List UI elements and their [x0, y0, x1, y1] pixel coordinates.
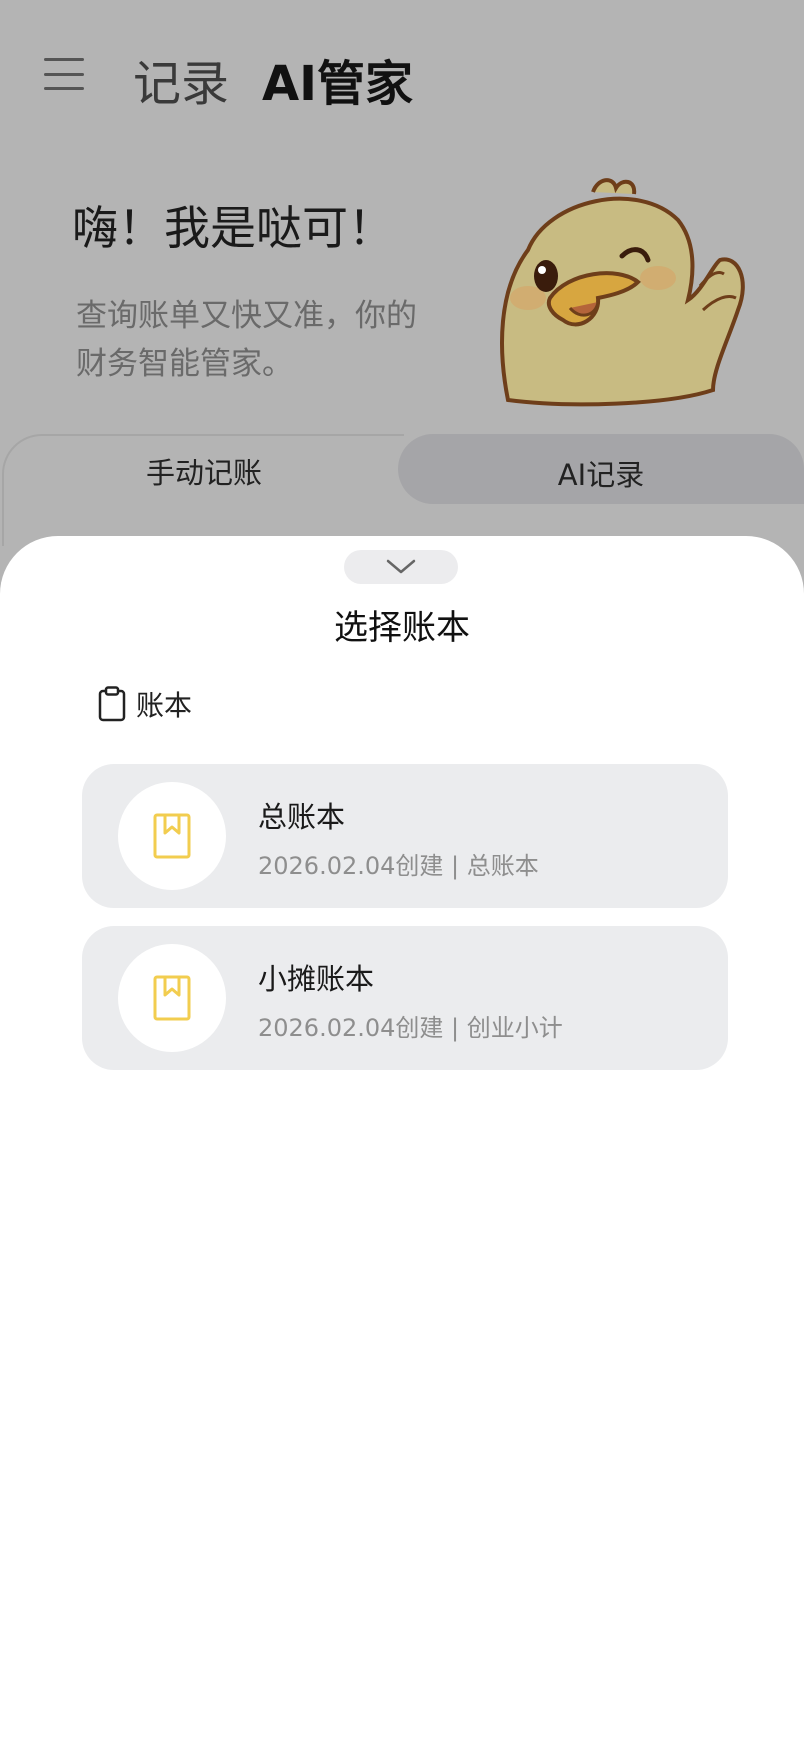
book-icon [153, 975, 191, 1021]
ledger-section-label: 账本 [136, 689, 193, 722]
hamburger-menu-icon[interactable] [44, 58, 84, 90]
ledger-card-general[interactable]: 总账本 2026.02.04创建 | 总账本 [82, 764, 728, 908]
ledger-meta: 2026.02.04创建 | 总账本 [258, 852, 539, 880]
tab-manual-entry[interactable]: 手动记账 [2, 434, 404, 546]
select-ledger-sheet: 选择账本 账本 总账本 2026.02.04创建 | 总账本 小摊账本 2026… [0, 536, 804, 1748]
tab-ai-entry-label: AI记录 [557, 458, 645, 492]
ledger-meta: 2026.02.04创建 | 创业小计 [258, 1014, 563, 1042]
mode-tabs: 手动记账 AI记录 [0, 434, 804, 546]
ledger-section-header: 账本 [98, 684, 192, 724]
clipboard-icon [98, 686, 126, 722]
tab-ai-entry[interactable]: AI记录 [398, 434, 804, 504]
tab-ai-butler[interactable]: AI管家 [262, 44, 413, 114]
ledger-icon-circle [118, 782, 226, 890]
book-icon [153, 813, 191, 859]
ledger-icon-circle [118, 944, 226, 1052]
hero-title: 嗨！我是哒可！ [72, 201, 394, 255]
duck-mascot [500, 178, 745, 407]
hero-subtitle: 查询账单又快又准，你的财务智能管家。 [76, 298, 417, 382]
sheet-title: 选择账本 [334, 608, 470, 648]
ledger-card-stall[interactable]: 小摊账本 2026.02.04创建 | 创业小计 [82, 926, 728, 1070]
ledger-name: 小摊账本 [258, 962, 375, 996]
tab-record[interactable]: 记录 [133, 44, 229, 114]
ledger-name: 总账本 [258, 800, 346, 834]
collapse-sheet-button[interactable] [344, 550, 458, 584]
chevron-down-icon [386, 559, 416, 574]
tab-manual-entry-label: 手动记账 [145, 456, 262, 490]
